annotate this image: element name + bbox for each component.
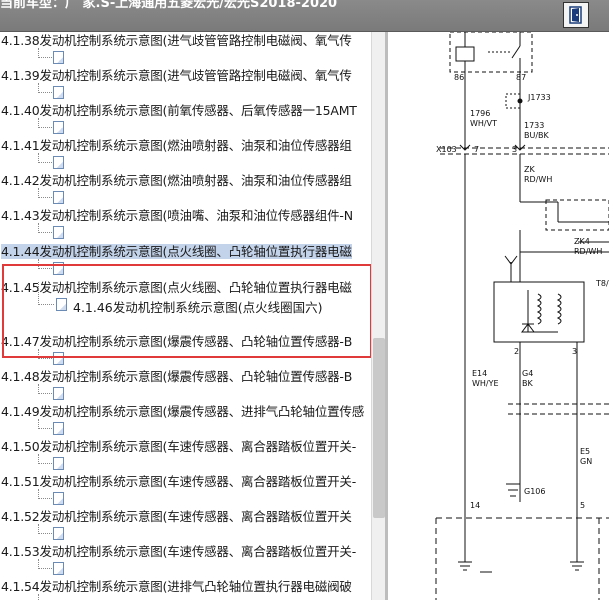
tree-item[interactable]: 4.1.54发动机控制系统示意图(进排气凸轮轴位置执行器电磁阀破 [0,578,371,600]
document-icon [53,562,64,575]
diagram-label: 87 [516,73,526,82]
tree-item-label[interactable]: 4.1.50发动机控制系统示意图(车速传感器、离合器踏板位置开关- [1,439,356,454]
tree-connector [38,349,52,359]
document-icon [53,387,64,400]
tree-item-label[interactable]: 4.1.39发动机控制系统示意图(进气歧管管路控制电磁阀、氧气传 [1,68,352,83]
diagram-label: ZK4 [574,237,590,246]
tree-connector [38,118,52,128]
tree-item-label[interactable]: 4.1.40发动机控制系统示意图(前氧传感器、后氧传感器一15AMT [1,103,357,118]
tree-scrollbar[interactable] [371,32,385,600]
diagram-label: 2 [514,347,519,356]
diagram-label: WH/VT [470,119,497,128]
document-icon [53,226,64,239]
tree-item-label[interactable]: 4.1.44发动机控制系统示意图(点火线圈、凸轮轴位置执行器电磁 [1,244,352,259]
document-icon [56,298,67,311]
tree-item[interactable]: 4.1.43发动机控制系统示意图(喷油嘴、油泵和油位传感器组件-N [0,207,371,241]
diagram-label: 7 [474,145,479,154]
tree-connector [38,419,52,429]
diagram-label: BU/BK [524,131,550,140]
tree-item[interactable]: 4.1.41发动机控制系统示意图(燃油喷射器、油泵和油位传感器组 [0,137,371,171]
document-icon [53,492,64,505]
diagram-label: 1796 [470,109,490,118]
document-icon [53,422,64,435]
tree-connector [38,83,52,93]
wiring-diagram-svg: 86 87 1796 WH/VT J1733 1733 BU/BK X103 7… [435,31,609,600]
tree-item[interactable]: 4.1.49发动机控制系统示意图(爆震传感器、进排气凸轮轴位置传感 [0,403,371,437]
tree-item-label[interactable]: 4.1.51发动机控制系统示意图(车速传感器、离合器踏板位置开关- [1,474,356,489]
tree-item[interactable]: 4.1.53发动机控制系统示意图(车速传感器、离合器踏板位置开关- [0,543,371,577]
tree-item-selected[interactable]: 4.1.44发动机控制系统示意图(点火线圈、凸轮轴位置执行器电磁 [0,243,371,277]
tree-item-label[interactable]: 4.1.54发动机控制系统示意图(进排气凸轮轴位置执行器电磁阀破 [1,579,352,594]
diagram-label: RD/WH [524,175,552,184]
tree-item[interactable]: 4.1.48发动机控制系统示意图(爆震传感器、凸轮轴位置传感器-B [0,368,371,402]
document-icon [53,121,64,134]
tree-connector [38,594,52,600]
window-title: 当前车型：广 家.S-上海通用五菱宏光/宏光S2018-2020 [0,0,338,11]
diagram-label: T8/ [595,279,609,288]
scrollbar-thumb[interactable] [373,338,385,518]
tree-item[interactable]: 4.1.39发动机控制系统示意图(进气歧管管路控制电磁阀、氧气传 [0,67,371,101]
document-icon [53,86,64,99]
tree-item-label[interactable]: 4.1.47发动机控制系统示意图(爆震传感器、凸轮轴位置传感器-B [1,334,352,349]
tree-item-label[interactable]: 4.1.41发动机控制系统示意图(燃油喷射器、油泵和油位传感器组 [1,138,352,153]
tree-connector [38,282,54,305]
tree-connector [38,48,52,58]
diagram-label: X103 [436,145,457,154]
diagram-label: WH/YE [472,379,499,388]
diagram-label: J1733 [527,93,551,102]
tree-item-label[interactable]: 4.1.48发动机控制系统示意图(爆震传感器、凸轮轴位置传感器-B [1,369,352,384]
document-icon [53,457,64,470]
tree-connector [38,223,52,233]
exit-button[interactable] [563,2,589,28]
document-icon [53,527,64,540]
diagram-label: 3 [512,145,517,154]
wiring-diagram: 86 87 1796 WH/VT J1733 1733 BU/BK X103 7… [388,31,609,600]
tree-connector [38,489,52,499]
tree-connector [38,259,52,269]
diagram-label: G106 [524,487,545,496]
tree-item[interactable]: 4.1.50发动机控制系统示意图(车速传感器、离合器踏板位置开关- [0,438,371,472]
document-icon [53,51,64,64]
tree-subitem-label[interactable]: 4.1.46发动机控制系统示意图(点火线圈国六) [73,297,323,316]
diagram-label: 5 [580,501,585,510]
diagram-label: GN [580,457,592,466]
tree-item[interactable]: 4.1.47发动机控制系统示意图(爆震传感器、凸轮轴位置传感器-B [0,333,371,367]
tree-item-label[interactable]: 4.1.43发动机控制系统示意图(喷油嘴、油泵和油位传感器组件-N [1,208,353,223]
diagram-label: RD/WH [574,247,602,256]
document-icon [53,191,64,204]
document-icon [53,262,64,275]
document-icon [53,156,64,169]
tree-item[interactable]: 4.1.52发动机控制系统示意图(车速传感器、离合器踏板位置开关 [0,508,371,542]
diagram-label: E5 [580,447,590,456]
tree-item[interactable]: 4.1.51发动机控制系统示意图(车速传感器、离合器踏板位置开关- [0,473,371,507]
diagram-label: 86 [454,73,464,82]
tree-connector [38,524,52,534]
diagram-label: 1733 [524,121,544,130]
diagram-label: 3 [572,347,577,356]
tree-item-label[interactable]: 4.1.49发动机控制系统示意图(爆震传感器、进排气凸轮轴位置传感 [1,404,364,419]
tree-item-label[interactable]: 4.1.53发动机控制系统示意图(车速传感器、离合器踏板位置开关- [1,544,356,559]
diagram-label: BK [522,379,533,388]
tree-item-label[interactable]: 4.1.38发动机控制系统示意图(进气歧管管路控制电磁阀、氧气传 [1,33,352,48]
exit-door-icon [569,6,582,24]
tree-item[interactable]: 4.1.42发动机控制系统示意图(燃油喷射器、油泵和油位传感器组 [0,172,371,206]
tree-item-label[interactable]: 4.1.42发动机控制系统示意图(燃油喷射器、油泵和油位传感器组 [1,173,352,188]
diagram-label: 14 [470,501,480,510]
tree-connector [38,384,52,394]
document-tree[interactable]: 4.1.38发动机控制系统示意图(进气歧管管路控制电磁阀、氧气传 4.1.39发… [0,32,371,600]
tree-connector [38,153,52,163]
tree-item[interactable]: 4.1.38发动机控制系统示意图(进气歧管管路控制电磁阀、氧气传 [0,32,371,66]
diagram-label: E14 [472,369,487,378]
tree-connector [38,559,52,569]
document-icon [53,352,64,365]
tree-item-label[interactable]: 4.1.52发动机控制系统示意图(车速传感器、离合器踏板位置开关 [1,509,352,524]
diagram-label: G4 [522,369,533,378]
tree-connector [38,454,52,464]
tree-connector [38,188,52,198]
tree-item[interactable]: 4.1.40发动机控制系统示意图(前氧传感器、后氧传感器一15AMT [0,102,371,136]
diagram-label: ZK [524,165,535,174]
window-titlebar: 当前车型：广 家.S-上海通用五菱宏光/宏光S2018-2020 [0,0,609,32]
